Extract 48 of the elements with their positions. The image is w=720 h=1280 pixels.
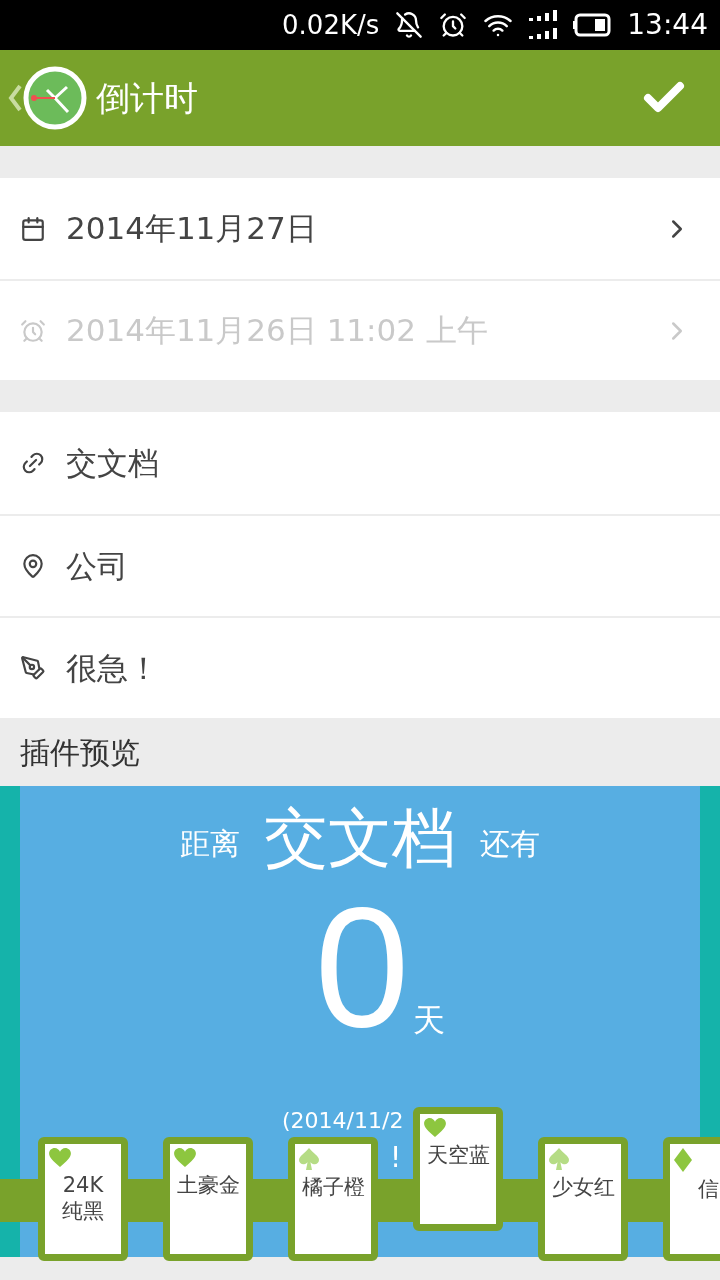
theme-card[interactable]: 橘子橙 [288,1137,378,1261]
screen-title: 倒计时 [96,76,198,120]
pin-icon [20,553,46,579]
detail-row[interactable]: 很急！ [0,616,720,718]
theme-card[interactable]: 天空蓝 [413,1107,503,1231]
theme-name: 土豪金 [175,1172,241,1198]
row-text: 交文档 [66,443,159,483]
battery-icon [573,13,612,37]
row-text: 公司 [66,546,128,586]
spade-icon [549,1148,569,1170]
back-button[interactable] [8,65,88,131]
network-speed: 0.02K/s [282,8,380,42]
signal-icon [529,10,558,40]
theme-card[interactable]: 信 [663,1137,720,1261]
calendar-icon [20,215,46,242]
theme-name: 天空蓝 [425,1142,491,1168]
back-chevron-icon [8,84,22,112]
date-fragment: (2014/11/2 [282,1107,404,1135]
spade-icon [299,1148,319,1170]
exclamation-text: ! [390,1140,402,1176]
detail-row[interactable]: 交文档 [0,412,720,514]
diamond-icon [674,1148,692,1172]
event-title: 交文档 [264,806,456,870]
suffix-text: 还有 [480,825,540,863]
theme-name: 信 [696,1176,720,1202]
heart-icon [424,1118,446,1138]
theme-name: 24K 纯黑 [61,1172,105,1224]
detail-row[interactable]: 公司 [0,514,720,616]
theme-card[interactable]: 土豪金 [163,1137,253,1261]
date-row[interactable]: 2014年11月27日 [0,178,720,279]
row-text: 很急！ [66,648,159,688]
row-text: 2014年11月27日 [66,209,317,249]
heart-icon [49,1148,71,1168]
prefix-text: 距离 [180,825,240,863]
clock-logo-icon [22,65,88,131]
theme-name: 少女红 [550,1174,616,1200]
section-heading: 插件预览 [20,733,140,772]
pen-icon [20,655,46,681]
unit-text: 天 [413,1000,446,1041]
alarm-icon [439,11,468,39]
muted-bell-icon [395,11,424,39]
theme-card[interactable]: 24K 纯黑 [38,1137,128,1261]
theme-name: 橘子橙 [300,1174,366,1200]
theme-card[interactable]: 少女红 [538,1137,628,1261]
heart-icon [174,1148,196,1168]
alarm-clock-icon [20,317,46,344]
clock-time: 13:44 [627,7,708,43]
day-count: 0 [314,882,410,1052]
